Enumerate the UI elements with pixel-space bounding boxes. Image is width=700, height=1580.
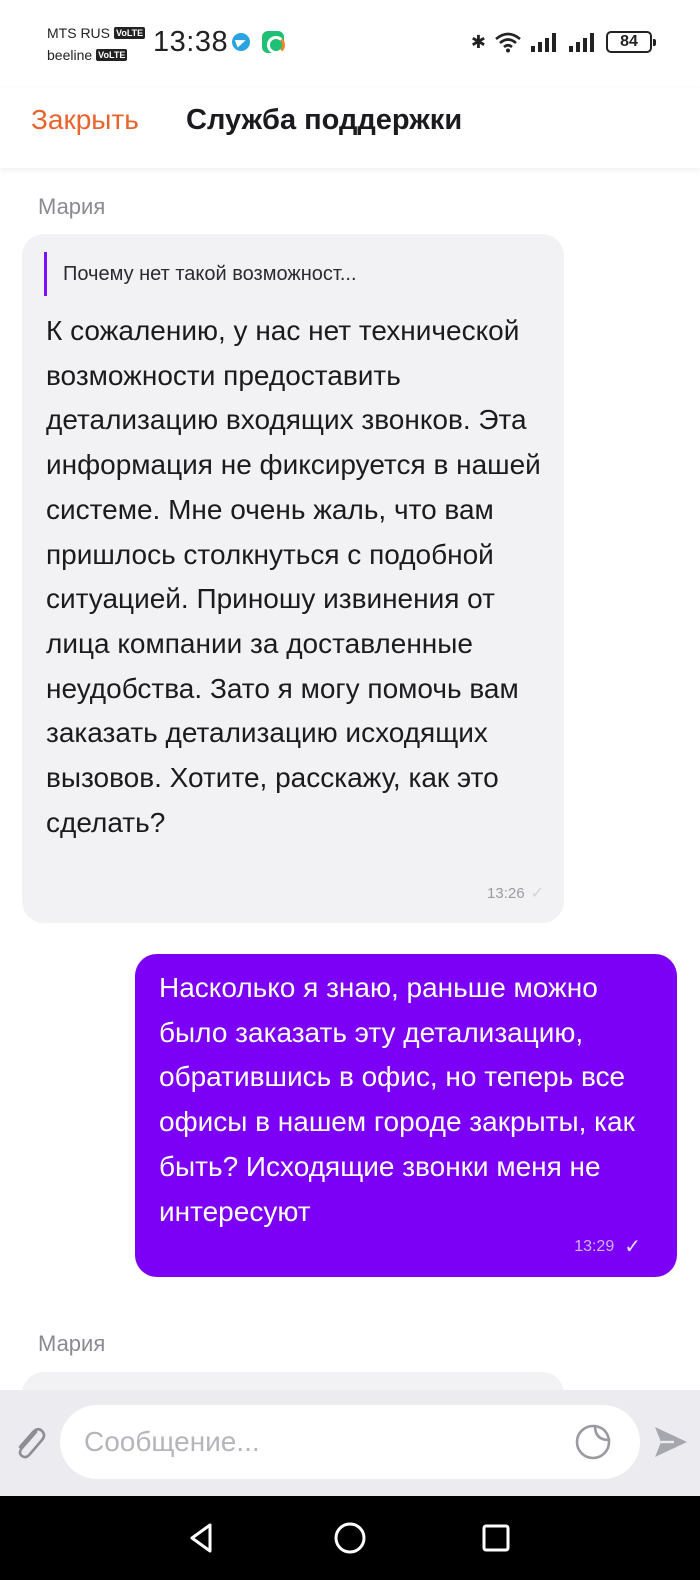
battery-icon: 84: [606, 31, 656, 53]
message-text: Насколько я знаю, раньше можно было зака…: [159, 972, 635, 1227]
back-icon[interactable]: [180, 1516, 224, 1560]
signal-icon: [568, 31, 598, 53]
carrier-1-label: MTS RUS: [47, 25, 110, 41]
page-title: Служба поддержки: [186, 104, 463, 136]
message-time: 13:26: [487, 884, 525, 902]
carrier-2-label: beeline: [47, 47, 93, 63]
incoming-message[interactable]: Почему нет такой возможност... К сожален…: [22, 234, 564, 923]
telegram-icon: [232, 33, 250, 51]
outgoing-message[interactable]: Насколько я знаю, раньше можно было зака…: [135, 954, 677, 1277]
recent-apps-icon[interactable]: [474, 1516, 518, 1560]
bluetooth-icon: ✱: [470, 32, 486, 52]
screen: MTS RUS VoLTE beeline VoLTE 13:38 ✱ 84 З…: [0, 0, 700, 1580]
message-composer: [0, 1390, 700, 1496]
paperclip-icon[interactable]: [12, 1422, 48, 1462]
read-check-icon: ✓: [530, 885, 544, 902]
volte-badge: VoLTE: [96, 49, 128, 61]
carrier-info: MTS RUS VoLTE beeline VoLTE: [47, 22, 146, 66]
message-text: К сожалению, у нас нет технической возмо…: [46, 315, 541, 838]
quoted-message[interactable]: Почему нет такой возможност...: [44, 252, 357, 296]
send-icon[interactable]: [652, 1423, 690, 1461]
wifi-icon: [494, 31, 522, 53]
system-icons: ✱ 84: [470, 30, 656, 54]
message-time: 13:29: [574, 1237, 615, 1255]
sender-name: Мария: [38, 194, 106, 219]
sender-name: Мария: [38, 1331, 106, 1356]
chat-header: Закрыть Служба поддержки: [0, 88, 700, 168]
message-meta: 13:26 ✓: [487, 883, 544, 903]
signal-icon: [530, 31, 560, 53]
close-button[interactable]: Закрыть: [31, 104, 139, 136]
app-notification-icon: [262, 31, 285, 54]
incoming-message[interactable]: [22, 1372, 564, 1390]
message-meta: 13:29 ✓: [574, 1234, 641, 1259]
status-clock: 13:38: [153, 26, 229, 58]
system-nav-bar: [0, 1496, 700, 1580]
chat-messages[interactable]: Мария Почему нет такой возможност... К с…: [0, 168, 700, 1390]
sticker-icon[interactable]: [574, 1423, 612, 1461]
read-check-icon: ✓: [624, 1236, 641, 1258]
volte-badge: VoLTE: [114, 27, 146, 39]
message-input[interactable]: [60, 1405, 640, 1479]
status-bar: MTS RUS VoLTE beeline VoLTE 13:38 ✱ 84: [0, 0, 700, 88]
home-icon[interactable]: [328, 1516, 372, 1560]
